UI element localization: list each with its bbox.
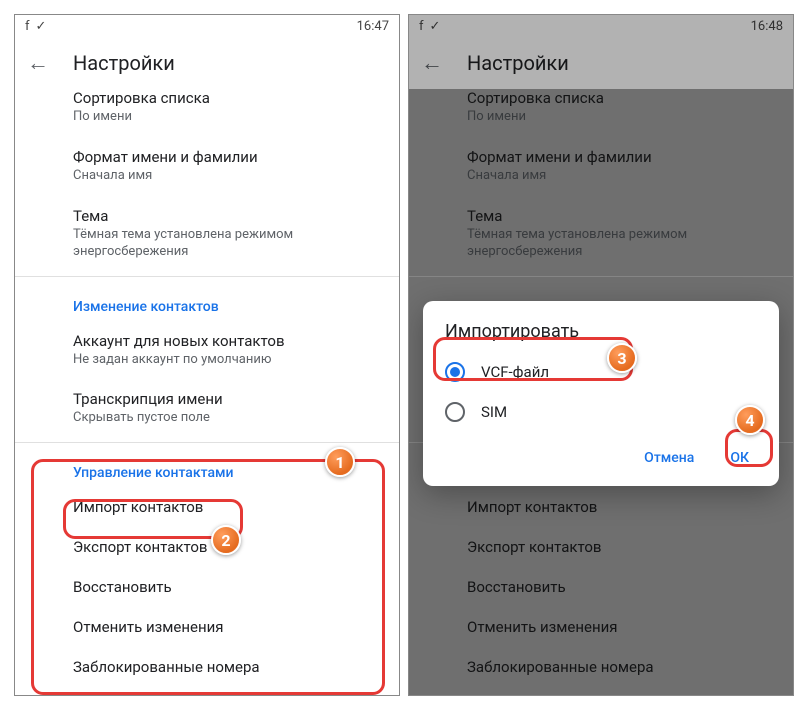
app-bar: ← Настройки xyxy=(15,37,399,89)
back-icon[interactable]: ← xyxy=(421,50,443,76)
setting-blocked: Заблокированные номера xyxy=(409,647,793,687)
setting-sort: Сортировка списка По имени xyxy=(409,89,793,137)
setting-restore: Восстановить xyxy=(409,567,793,607)
check-icon: ✓ xyxy=(36,19,47,34)
section-edit-contacts: Изменение контактов xyxy=(15,281,399,321)
setting-blocked[interactable]: Заблокированные номера xyxy=(15,647,399,687)
status-bar: f ✓ 16:48 xyxy=(409,15,793,37)
cancel-button[interactable]: Отмена xyxy=(636,444,702,472)
setting-sort[interactable]: Сортировка списка По имени xyxy=(15,89,399,137)
radio-label: VCF-файл xyxy=(481,363,549,381)
app-bar: ← Настройки xyxy=(409,37,793,89)
setting-export[interactable]: Экспорт контактов xyxy=(15,527,399,567)
setting-phonetic[interactable]: Транскрипция имени Скрывать пустое поле xyxy=(15,379,399,438)
check-icon: ✓ xyxy=(430,19,441,34)
page-title: Настройки xyxy=(73,51,175,75)
setting-name-format: Формат имени и фамилии Сначала имя xyxy=(409,137,793,196)
setting-default-account[interactable]: Аккаунт для новых контактов Не задан акк… xyxy=(15,321,399,380)
import-dialog: Импортировать VCF-файл SIM Отмена ОК 3 4 xyxy=(423,301,779,486)
dialog-title: Импортировать xyxy=(423,321,779,352)
settings-list[interactable]: Сортировка списка По имени Формат имени … xyxy=(15,89,399,695)
radio-label: SIM xyxy=(481,403,507,421)
radio-sim[interactable]: SIM xyxy=(423,392,779,432)
divider xyxy=(15,276,399,277)
radio-vcf[interactable]: VCF-файл xyxy=(423,352,779,392)
page-title: Настройки xyxy=(467,51,569,75)
radio-icon[interactable] xyxy=(445,362,465,382)
setting-export: Экспорт контактов xyxy=(409,527,793,567)
setting-theme[interactable]: Тема Тёмная тема установлена режимом эне… xyxy=(15,196,399,272)
setting-undo[interactable]: Отменить изменения xyxy=(15,607,399,647)
status-time: 16:47 xyxy=(357,19,389,34)
ok-button[interactable]: ОК xyxy=(722,444,757,472)
setting-undo: Отменить изменения xyxy=(409,607,793,647)
back-icon[interactable]: ← xyxy=(27,50,49,76)
screenshot-left: f ✓ 16:47 ← Настройки Сортировка списка … xyxy=(14,14,400,696)
setting-name-format[interactable]: Формат имени и фамилии Сначала имя xyxy=(15,137,399,196)
setting-import: Импорт контактов xyxy=(409,487,793,527)
dialog-actions: Отмена ОК xyxy=(423,432,779,476)
facebook-icon: f xyxy=(419,19,424,34)
setting-restore[interactable]: Восстановить xyxy=(15,567,399,607)
status-bar: f ✓ 16:47 xyxy=(15,15,399,37)
setting-import[interactable]: Импорт контактов xyxy=(15,487,399,527)
facebook-icon: f xyxy=(25,19,30,34)
setting-theme: Тема Тёмная тема установлена режимом эне… xyxy=(409,196,793,272)
status-time: 16:48 xyxy=(751,19,783,34)
radio-icon[interactable] xyxy=(445,402,465,422)
section-manage-contacts: Управление контактами xyxy=(15,447,399,487)
divider xyxy=(15,442,399,443)
divider xyxy=(409,276,793,277)
screenshot-right: f ✓ 16:48 ← Настройки Сортировка списка … xyxy=(408,14,794,696)
